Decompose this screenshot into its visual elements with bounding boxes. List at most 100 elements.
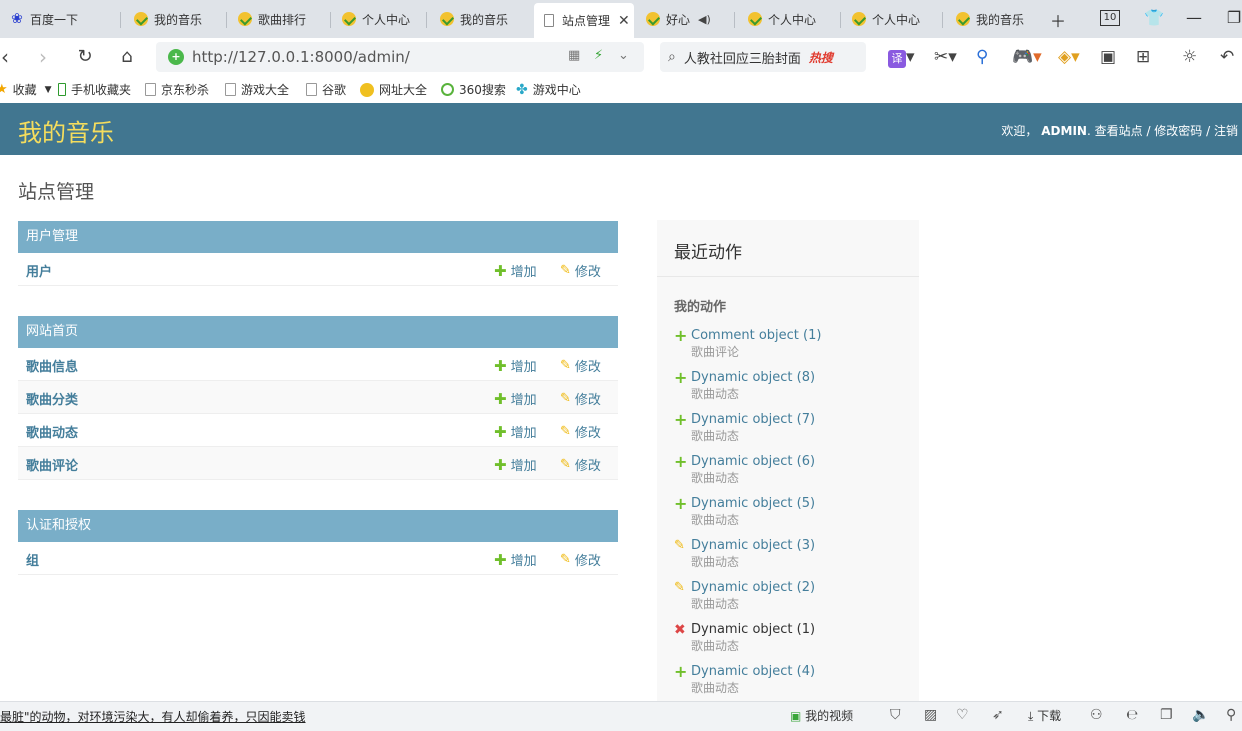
url-text[interactable]: http://127.0.0.1:8000/admin/ <box>192 48 410 66</box>
model-name-link[interactable]: 歌曲评论 <box>26 455 78 474</box>
shield-icon[interactable]: ⛉ <box>890 707 901 723</box>
recent-action-link[interactable]: + Dynamic object (8) <box>674 369 914 385</box>
search-icon[interactable]: ⚲ <box>1226 707 1236 723</box>
forward-icon[interactable]: › <box>30 44 56 70</box>
add-link[interactable]: ✚ 增加 <box>494 261 537 280</box>
bookmark-item[interactable]: 京东秒杀 <box>145 81 209 98</box>
bookmark-favorites[interactable]: ★ 收藏 ▼ <box>0 81 52 98</box>
volume-icon[interactable]: 🔈 <box>1192 707 1209 723</box>
scissors-icon[interactable]: ✂▾ <box>934 46 957 68</box>
address-bar[interactable]: + http://127.0.0.1:8000/admin/ ▦ ⚡ ⌄ <box>156 42 644 72</box>
chevron-down-icon[interactable]: ⌄ <box>618 48 629 63</box>
tab-count-badge[interactable]: 10 <box>1100 10 1120 26</box>
change-link[interactable]: ✎ 修改 <box>560 550 601 569</box>
module-caption[interactable]: 认证和授权 <box>18 510 618 542</box>
close-tab-icon[interactable]: ✕ <box>618 13 630 29</box>
bookmark-item[interactable]: 360搜索 <box>441 81 506 98</box>
restore-icon[interactable]: ❐ <box>1222 8 1242 27</box>
recent-action-link[interactable]: + Dynamic object (7) <box>674 411 914 427</box>
browser-tab[interactable]: 我的音乐 <box>946 4 1042 34</box>
qr-code-icon[interactable]: ▦ <box>568 48 580 63</box>
window-icon[interactable]: ❐ <box>1160 707 1173 723</box>
browser-tab[interactable]: 我的音乐 <box>124 4 224 34</box>
coin-icon[interactable]: ◈▾ <box>1058 46 1080 68</box>
bookmark-item[interactable]: ✤ 游戏中心 <box>516 81 581 98</box>
add-link[interactable]: ✚ 增加 <box>494 455 537 474</box>
recent-action-link[interactable]: ✎ Dynamic object (3) <box>674 538 914 553</box>
gamepad-icon[interactable]: 🎮▾ <box>1012 46 1042 68</box>
recent-action-link[interactable]: + Dynamic object (6) <box>674 453 914 469</box>
recent-action-link[interactable]: ✎ Dynamic object (2) <box>674 580 914 595</box>
bookmark-item[interactable]: 谷歌 <box>306 81 346 98</box>
lightning-icon[interactable]: ⚡ <box>594 48 603 63</box>
undo-icon[interactable]: ↶ <box>1220 46 1234 68</box>
browser-tab[interactable]: 歌曲排行 <box>228 4 328 34</box>
tab-divider <box>120 12 121 28</box>
bookmark-item[interactable]: 网址大全 <box>360 81 427 98</box>
bookmark-item[interactable]: 手机收藏夹 <box>58 81 131 98</box>
recent-action-link[interactable]: + Dynamic object (5) <box>674 495 914 511</box>
my-video-button[interactable]: ▣ 我的视频 <box>790 707 853 724</box>
speaker-icon[interactable]: ◀) <box>698 13 711 26</box>
browser-tab[interactable]: ❀ 百度一下 <box>0 4 118 34</box>
home-icon[interactable]: ⌂ <box>114 44 140 70</box>
reader-icon[interactable]: ▣ <box>1100 46 1116 68</box>
refresh-icon[interactable]: ↻ <box>72 44 98 70</box>
recent-action-link[interactable]: + Comment object (1) <box>674 327 914 343</box>
module-caption[interactable]: 用户管理 <box>18 221 618 253</box>
brightness-icon[interactable]: ☼ <box>1182 46 1197 68</box>
browser-tab-active[interactable]: 站点管理 ✕ <box>534 3 634 38</box>
add-link[interactable]: ✚ 增加 <box>494 550 537 569</box>
change-label: 修改 <box>574 360 601 375</box>
add-link[interactable]: ✚ 增加 <box>494 422 537 441</box>
module-caption[interactable]: 网站首页 <box>18 316 618 348</box>
minimize-icon[interactable]: — <box>1182 8 1206 27</box>
news-ticker-link[interactable]: 最脏"的动物，对环境污染大，有人却偷着养，只因能卖钱 <box>0 708 306 725</box>
page-icon <box>145 83 156 96</box>
magnifier-icon[interactable]: ⚲ <box>976 46 988 68</box>
grid-icon[interactable]: ⊞ <box>1136 46 1150 68</box>
change-link[interactable]: ✎ 修改 <box>560 356 601 375</box>
change-password-link[interactable]: 修改密码 <box>1154 124 1202 138</box>
model-name-link[interactable]: 歌曲动态 <box>26 422 78 441</box>
site-name[interactable]: 我的音乐 <box>18 113 114 148</box>
view-site-link[interactable]: 查看站点 <box>1095 124 1143 138</box>
model-name-link[interactable]: 歌曲信息 <box>26 356 78 375</box>
recent-action-link[interactable]: + Dynamic object (4) <box>674 663 914 679</box>
logout-link[interactable]: 注销 <box>1214 124 1238 138</box>
recent-action-title: Dynamic object (5) <box>691 496 816 511</box>
recent-action-title: Dynamic object (1) <box>691 622 816 637</box>
add-label: 增加 <box>510 393 537 408</box>
recent-action-item: + Dynamic object (5) 歌曲动态 <box>674 495 914 528</box>
new-tab-icon[interactable]: ＋ <box>1046 8 1070 32</box>
model-name-link[interactable]: 歌曲分类 <box>26 389 78 408</box>
change-link[interactable]: ✎ 修改 <box>560 261 601 280</box>
heart-icon[interactable]: ♡ <box>956 707 969 723</box>
shirt-icon[interactable]: 👕 <box>1142 8 1166 27</box>
bookmark-item[interactable]: 游戏大全 <box>225 81 289 98</box>
tab-label: 百度一下 <box>30 12 79 27</box>
download-button[interactable]: ⤓ 下载 <box>1028 707 1061 724</box>
translate-icon[interactable]: 译 ▾ <box>888 46 915 68</box>
change-link[interactable]: ✎ 修改 <box>560 455 601 474</box>
model-name-link[interactable]: 用户 <box>26 261 52 280</box>
model-name-link[interactable]: 组 <box>26 550 39 569</box>
add-link[interactable]: ✚ 增加 <box>494 356 537 375</box>
recent-action-title: Dynamic object (6) <box>691 454 816 469</box>
search-box[interactable]: ⌕ 人教社回应三胎封面 热搜 <box>660 42 866 72</box>
browser-tab[interactable]: 个人中心 <box>842 4 942 34</box>
ie-icon[interactable]: ℮ <box>1126 707 1138 723</box>
search-text[interactable]: 人教社回应三胎封面 <box>684 48 801 67</box>
browser-tab[interactable]: 好心 ◀) <box>636 4 732 34</box>
glasses-icon[interactable]: ⚇ <box>1090 707 1103 723</box>
back-icon[interactable]: ‹ <box>0 44 18 70</box>
browser-tab[interactable]: 个人中心 <box>738 4 838 34</box>
change-link[interactable]: ✎ 修改 <box>560 389 601 408</box>
change-link[interactable]: ✎ 修改 <box>560 422 601 441</box>
hot-search-badge[interactable]: 热搜 <box>809 49 833 66</box>
browser-tab[interactable]: 我的音乐 <box>430 4 530 34</box>
browser-tab[interactable]: 个人中心 <box>332 4 424 34</box>
add-link[interactable]: ✚ 增加 <box>494 389 537 408</box>
image-icon[interactable]: ▨ <box>924 707 937 723</box>
rocket-icon[interactable]: ➶ <box>992 707 1004 723</box>
